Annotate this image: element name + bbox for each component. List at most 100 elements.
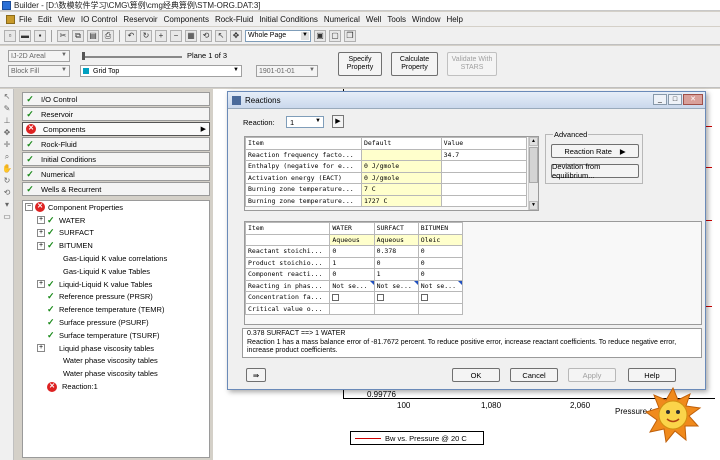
- deviation-button[interactable]: Deviation from equilibrium...: [551, 162, 639, 180]
- menu-item-numerical[interactable]: Numerical: [324, 15, 366, 24]
- tree-item[interactable]: ✓ Reference pressure (PRSR): [23, 291, 209, 304]
- tree-item[interactable]: ✓ Surface pressure (PSURF): [23, 316, 209, 329]
- cut-icon[interactable]: ✂: [57, 29, 69, 42]
- tree-item[interactable]: Water phase viscosity tables: [23, 367, 209, 380]
- value-cell[interactable]: [440, 194, 528, 207]
- scroll-thumb[interactable]: [529, 147, 538, 183]
- zoom-out-icon[interactable]: −: [170, 29, 182, 42]
- minimize-icon[interactable]: _: [653, 94, 667, 105]
- menu-item-window[interactable]: Window: [412, 15, 446, 24]
- cascade-icon[interactable]: ❐: [344, 29, 356, 42]
- paste-icon[interactable]: ▤: [87, 29, 99, 42]
- close-icon[interactable]: ✕: [683, 94, 703, 105]
- dropdown-corner-icon[interactable]: [458, 280, 462, 285]
- apply-button[interactable]: Apply: [568, 368, 616, 382]
- ok-button[interactable]: OK: [452, 368, 500, 382]
- expand-icon[interactable]: +: [37, 228, 45, 237]
- stoich-cell[interactable]: [417, 291, 464, 304]
- scroll-up-icon[interactable]: ▲: [529, 137, 538, 146]
- help-button[interactable]: Help: [628, 368, 676, 382]
- tree-item[interactable]: + ✓ WATER: [23, 214, 209, 227]
- rotate-icon[interactable]: ↻: [2, 176, 12, 185]
- fill-type-select[interactable]: Block Fill ▼: [8, 65, 70, 77]
- nav-reservoir-button[interactable]: ✓ Reservoir: [22, 107, 210, 121]
- rotate-icon[interactable]: ⟲: [200, 29, 212, 42]
- open-folder-icon[interactable]: ▬: [19, 29, 31, 42]
- crosshair-icon[interactable]: ✛: [2, 140, 12, 149]
- reaction-select[interactable]: 1 ▼: [286, 116, 324, 128]
- specify-property-button[interactable]: Specify Property: [338, 52, 382, 76]
- fill-icon[interactable]: ▾: [2, 200, 12, 209]
- stoich-cell[interactable]: 0: [417, 268, 464, 281]
- validate-stars-button[interactable]: Validate With STARS: [447, 52, 497, 76]
- stoich-cell[interactable]: 0: [373, 256, 419, 269]
- menu-item-io-control[interactable]: IO Control: [81, 15, 123, 24]
- value-cell[interactable]: 34.7: [440, 148, 528, 161]
- nav-components-button[interactable]: ✕ Components ▶: [22, 122, 210, 136]
- plane-slider[interactable]: [82, 56, 182, 58]
- stoich-cell[interactable]: [373, 302, 419, 315]
- stoich-cell[interactable]: [329, 302, 375, 315]
- stoich-cell[interactable]: 0: [417, 256, 464, 269]
- tree-item[interactable]: + ✓ Liquid-Liquid K value Tables: [23, 278, 209, 291]
- page-zoom-select[interactable]: Whole Page ▼: [245, 29, 311, 42]
- menu-item-components[interactable]: Components: [164, 15, 215, 24]
- view-type-select[interactable]: IJ-2D Areal ▼: [8, 50, 70, 62]
- nav-initial-conditions-button[interactable]: ✓ Initial Conditions: [22, 152, 210, 166]
- stoich-cell[interactable]: 1: [329, 256, 375, 269]
- tree-item[interactable]: ✓ Reference temperature (TEMR): [23, 303, 209, 316]
- expand-icon[interactable]: +: [37, 216, 45, 225]
- plane-slider-thumb[interactable]: [82, 52, 85, 60]
- date-select[interactable]: 1901-01-01 ▼: [256, 65, 318, 77]
- cancel-button[interactable]: Cancel: [510, 368, 558, 382]
- stoich-cell[interactable]: [417, 302, 464, 315]
- pencil-icon[interactable]: ✎: [2, 104, 12, 113]
- select-icon[interactable]: ↖: [2, 92, 12, 101]
- tree-item[interactable]: Gas-Liquid K value correlations: [23, 252, 209, 265]
- copy-icon[interactable]: ⧉: [72, 29, 84, 42]
- document-icon[interactable]: [6, 14, 15, 24]
- stoich-cell[interactable]: 0: [417, 245, 464, 258]
- move-icon[interactable]: ✥: [2, 128, 12, 137]
- menu-item-well[interactable]: Well: [366, 15, 387, 24]
- reaction-rate-button[interactable]: Reaction Rate ▶: [551, 144, 639, 158]
- tree-item[interactable]: + ✓ SURFACT: [23, 227, 209, 240]
- stoich-cell[interactable]: 0.378: [373, 245, 419, 258]
- save-icon[interactable]: ▪: [34, 29, 46, 42]
- tree-item[interactable]: Gas-Liquid K value Tables: [23, 265, 209, 278]
- value-cell[interactable]: [440, 183, 528, 196]
- grid-icon[interactable]: ▦: [185, 29, 197, 42]
- refresh-icon[interactable]: ↻: [140, 29, 152, 42]
- new-file-icon[interactable]: ▫: [4, 29, 16, 42]
- stoich-cell[interactable]: [373, 291, 419, 304]
- print-icon[interactable]: ⎙: [102, 29, 114, 42]
- menu-item-initial-conditions[interactable]: Initial Conditions: [259, 15, 324, 24]
- calculate-property-button[interactable]: Calculate Property: [391, 52, 438, 76]
- expand-icon[interactable]: +: [37, 241, 45, 250]
- menu-item-edit[interactable]: Edit: [38, 15, 58, 24]
- export-button[interactable]: ⇛: [246, 368, 266, 382]
- stoich-cell[interactable]: Not se...: [373, 279, 419, 292]
- nav-wells-recurrent-button[interactable]: ✓ Wells & Recurrent: [22, 182, 210, 196]
- pan-icon[interactable]: ✥: [230, 29, 242, 42]
- nav-i-o-control-button[interactable]: ✓ I/O Control: [22, 92, 210, 106]
- tree-item[interactable]: Water phase viscosity tables: [23, 355, 209, 368]
- tree-root[interactable]: − ✕ Component Properties: [23, 201, 209, 214]
- params-scrollbar[interactable]: ▲ ▼: [528, 137, 538, 210]
- concentration-checkbox[interactable]: [420, 293, 428, 301]
- pointer-icon[interactable]: ↖: [215, 29, 227, 42]
- tree-item[interactable]: ✓ Surface temperature (TSURF): [23, 329, 209, 342]
- layout-icon[interactable]: ▣: [314, 29, 326, 42]
- layer-icon[interactable]: ▭: [2, 212, 12, 221]
- tree-item[interactable]: + Liquid phase viscosity tables: [23, 342, 209, 355]
- stoich-cell[interactable]: Not se...: [417, 279, 464, 292]
- menu-item-rock-fluid[interactable]: Rock-Fluid: [215, 15, 259, 24]
- value-cell[interactable]: [440, 171, 528, 184]
- next-reaction-button[interactable]: ▶: [332, 115, 344, 128]
- stoich-cell[interactable]: [329, 291, 375, 304]
- reset-icon[interactable]: ⟲: [2, 188, 12, 197]
- undo-icon[interactable]: ↶: [125, 29, 137, 42]
- property-select[interactable]: Grid Top ▼: [80, 65, 242, 77]
- stoich-cell[interactable]: Not se...: [329, 279, 375, 292]
- menu-item-reservoir[interactable]: Reservoir: [123, 15, 163, 24]
